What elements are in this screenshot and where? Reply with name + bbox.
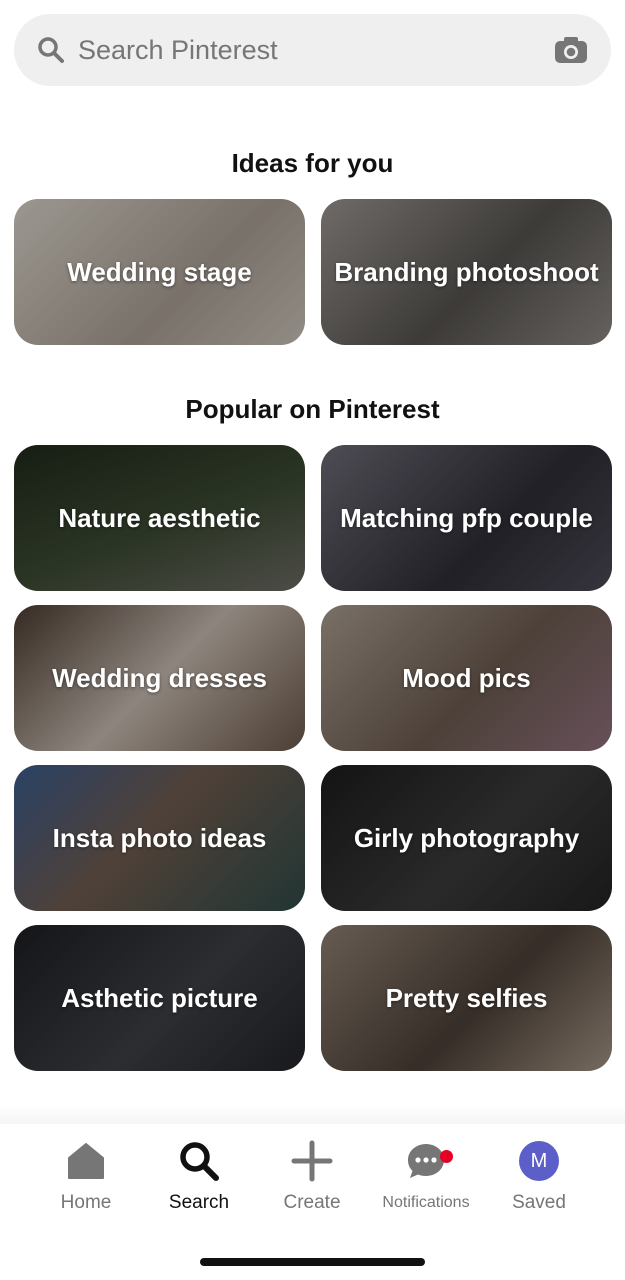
home-icon: [63, 1138, 109, 1184]
tile-label: Insta photo ideas: [52, 823, 267, 853]
nav-search-label: Search: [168, 1192, 230, 1213]
popular-section-title: Popular on Pinterest: [185, 394, 440, 424]
avatar-letter: M: [519, 1141, 559, 1181]
nav-create-label: Create: [283, 1192, 341, 1213]
idea-tile-wedding-stage[interactable]: Wedding stage: [14, 199, 305, 345]
tile-label: Matching pfp couple: [340, 503, 593, 533]
bottom-nav: Home Search Create Notifications M Saved: [0, 1124, 625, 1280]
search-icon: [176, 1138, 222, 1184]
search-input[interactable]: Search Pinterest: [78, 35, 553, 66]
nav-search[interactable]: Search: [139, 1138, 259, 1218]
nav-home[interactable]: Home: [26, 1138, 146, 1218]
popular-tile-asthetic-picture[interactable]: Asthetic picture: [14, 925, 305, 1071]
avatar: M: [516, 1138, 562, 1184]
popular-tile-insta-photo-ideas[interactable]: Insta photo ideas: [14, 765, 305, 911]
nav-notifications-label: Notifications: [382, 1194, 470, 1211]
nav-saved-label: Saved: [512, 1192, 566, 1213]
search-bar[interactable]: Search Pinterest: [14, 14, 611, 86]
ideas-section-title: Ideas for you: [231, 148, 394, 178]
nav-create[interactable]: Create: [252, 1138, 372, 1218]
popular-tile-pretty-selfies[interactable]: Pretty selfies: [321, 925, 612, 1071]
nav-saved[interactable]: M Saved: [479, 1138, 599, 1218]
popular-tile-mood-pics[interactable]: Mood pics: [321, 605, 612, 751]
tile-label: Girly photography: [353, 823, 580, 853]
tile-label: Asthetic picture: [61, 983, 258, 1013]
tile-label: Nature aesthetic: [58, 503, 261, 533]
tile-label: Pretty selfies: [385, 983, 548, 1013]
search-icon: [36, 35, 66, 65]
tile-label: Wedding dresses: [52, 663, 267, 693]
nav-home-label: Home: [60, 1192, 112, 1213]
home-indicator: [200, 1258, 425, 1266]
tile-label: Mood pics: [402, 663, 531, 693]
tile-label: Branding photoshoot: [334, 257, 599, 287]
camera-icon[interactable]: [553, 32, 589, 68]
nav-notifications[interactable]: Notifications: [366, 1138, 486, 1218]
popular-tile-nature-aesthetic[interactable]: Nature aesthetic: [14, 445, 305, 591]
popular-tile-girly-photography[interactable]: Girly photography: [321, 765, 612, 911]
plus-icon: [289, 1138, 335, 1184]
idea-tile-branding-photoshoot[interactable]: Branding photoshoot: [321, 199, 612, 345]
tile-label: Wedding stage: [67, 257, 252, 287]
notification-badge: [440, 1150, 453, 1163]
popular-tile-wedding-dresses[interactable]: Wedding dresses: [14, 605, 305, 751]
popular-tile-matching-pfp-couple[interactable]: Matching pfp couple: [321, 445, 612, 591]
